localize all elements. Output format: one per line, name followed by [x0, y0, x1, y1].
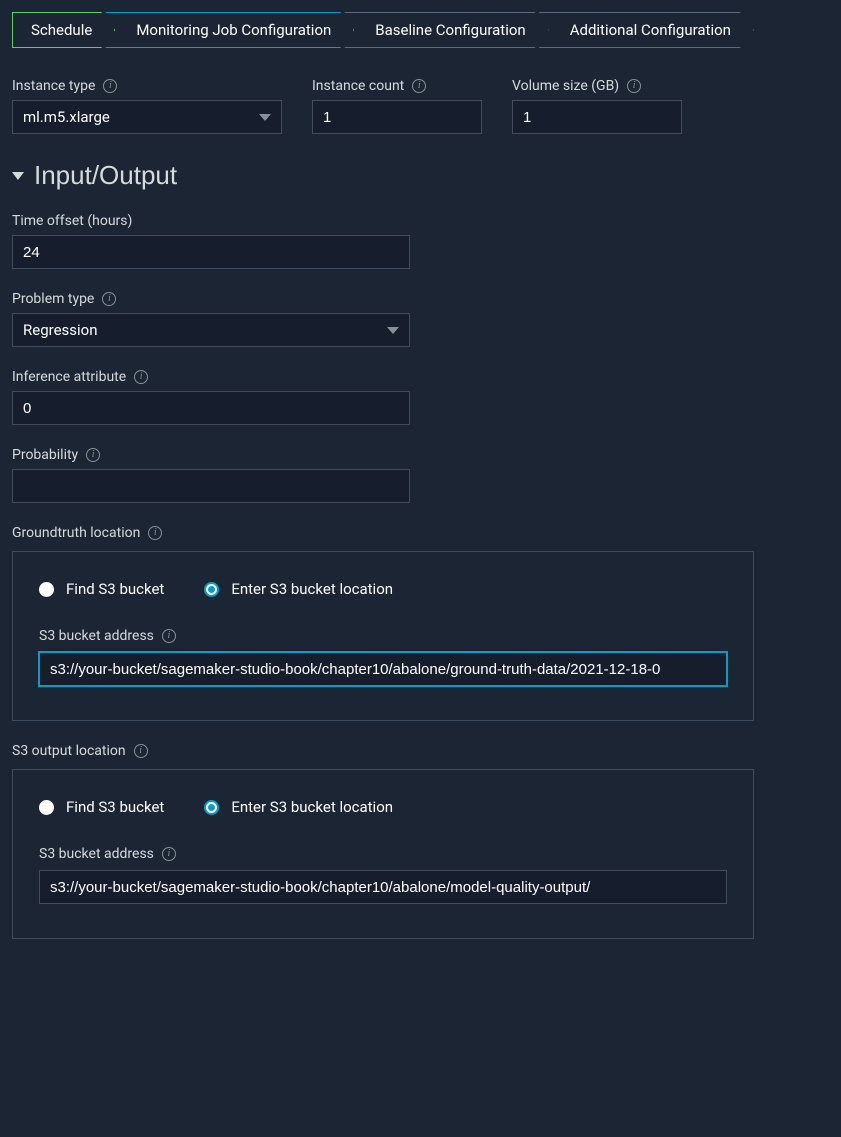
instance-type-select[interactable]: ml.m5.xlarge [12, 100, 282, 134]
caret-down-icon [387, 327, 399, 334]
time-offset-input[interactable] [12, 235, 410, 269]
volume-size-input[interactable] [512, 100, 682, 134]
groundtruth-find-s3-radio[interactable]: Find S3 bucket [39, 580, 164, 598]
step-baseline-configuration[interactable]: Baseline Configuration [344, 12, 548, 48]
problem-type-value: Regression [23, 321, 98, 339]
radio-label: Enter S3 bucket location [231, 798, 393, 816]
info-icon[interactable]: i [627, 79, 641, 93]
info-icon[interactable]: i [412, 79, 426, 93]
groundtruth-s3-address-input[interactable] [39, 652, 727, 686]
output-enter-s3-radio[interactable]: Enter S3 bucket location [204, 798, 393, 816]
info-icon[interactable]: i [134, 370, 148, 384]
output-s3-address-input[interactable] [39, 870, 727, 904]
groundtruth-location-box: Find S3 bucket Enter S3 bucket location … [12, 551, 754, 721]
problem-type-select[interactable]: Regression [12, 313, 410, 347]
groundtruth-enter-s3-radio[interactable]: Enter S3 bucket location [204, 580, 393, 598]
info-icon[interactable]: i [102, 292, 116, 306]
time-offset-label: Time offset (hours) [12, 213, 132, 229]
s3-output-location-box: Find S3 bucket Enter S3 bucket location … [12, 769, 754, 939]
output-find-s3-radio[interactable]: Find S3 bucket [39, 798, 164, 816]
input-output-title: Input/Output [34, 160, 177, 191]
output-s3-address-label: S3 bucket address [39, 846, 154, 862]
groundtruth-s3-address-label: S3 bucket address [39, 628, 154, 644]
radio-label: Find S3 bucket [66, 798, 164, 816]
inference-attribute-input[interactable] [12, 391, 410, 425]
radio-icon [39, 800, 54, 815]
radio-label: Enter S3 bucket location [231, 580, 393, 598]
radio-icon [39, 582, 54, 597]
radio-icon [204, 800, 219, 815]
inference-attribute-label: Inference attribute [12, 369, 126, 385]
groundtruth-location-label: Groundtruth location [12, 525, 140, 541]
step-additional-configuration[interactable]: Additional Configuration [539, 12, 754, 48]
problem-type-label: Problem type [12, 291, 94, 307]
info-icon[interactable]: i [103, 79, 117, 93]
info-icon[interactable]: i [162, 629, 176, 643]
info-icon[interactable]: i [148, 526, 162, 540]
s3-output-location-label: S3 output location [12, 743, 126, 759]
probability-label: Probability [12, 447, 78, 463]
radio-label: Find S3 bucket [66, 580, 164, 598]
step-schedule[interactable]: Schedule [12, 12, 115, 48]
volume-size-label: Volume size (GB) [512, 78, 619, 94]
info-icon[interactable]: i [134, 744, 148, 758]
radio-icon [204, 582, 219, 597]
instance-type-value: ml.m5.xlarge [23, 108, 110, 126]
instance-count-input[interactable] [312, 100, 482, 134]
step-monitoring-job-configuration[interactable]: Monitoring Job Configuration [105, 12, 354, 48]
info-icon[interactable]: i [86, 448, 100, 462]
probability-input[interactable] [12, 469, 410, 503]
caret-down-icon [259, 114, 271, 121]
wizard-stepper: Schedule Monitoring Job Configuration Ba… [12, 12, 829, 48]
info-icon[interactable]: i [162, 847, 176, 861]
chevron-down-icon [12, 172, 24, 180]
instance-count-label: Instance count [312, 78, 404, 94]
input-output-section-toggle[interactable]: Input/Output [12, 160, 829, 191]
instance-type-label: Instance type [12, 78, 95, 94]
